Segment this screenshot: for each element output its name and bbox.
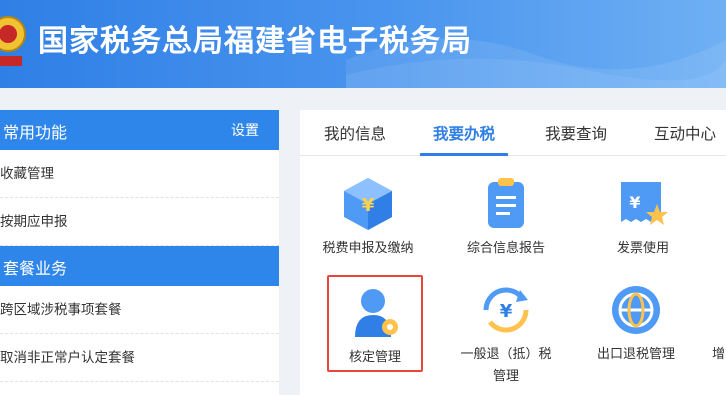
service-export-refund[interactable]: 出口退税管理	[588, 280, 684, 366]
tax-bureau-emblem-icon	[0, 16, 26, 66]
service-label-line2: 管理	[492, 369, 519, 384]
settings-link[interactable]: 设置	[231, 120, 259, 140]
svg-text:¥: ¥	[362, 195, 375, 216]
service-label: 核定管理	[348, 350, 401, 365]
svg-text:¥: ¥	[500, 301, 513, 322]
main-panel: 我的信息 我要办税 我要查询 互动中心 ¥ 税费申报及缴纳 综合信息报告 ¥ 发…	[300, 110, 726, 395]
tab-bar: 我的信息 我要办税 我要查询 互动中心	[300, 110, 726, 156]
service-verification-management[interactable]: 核定管理	[327, 275, 423, 372]
package-services-header: 套餐业务	[0, 246, 279, 286]
sidebar-item-cancel-abnormal-package[interactable]: 取消非正常户认定套餐	[0, 334, 279, 382]
service-partial[interactable]: 增	[712, 280, 726, 366]
sidebar-item-periodic-declaration[interactable]: 按期应申报	[0, 198, 279, 246]
sidebar: 常用功能 设置 收藏管理 按期应申报 套餐业务 跨区域涉税事项套餐 取消非正常户…	[0, 110, 279, 395]
service-label: 出口退税管理	[596, 347, 675, 362]
service-tax-refund[interactable]: ¥ 一般退（抵）税 管理	[458, 280, 554, 388]
tax-refund-icon: ¥	[483, 287, 529, 333]
service-label: 一般退（抵）税	[460, 347, 552, 362]
sidebar-item-cross-region-package[interactable]: 跨区域涉税事项套餐	[0, 286, 279, 334]
service-invoice-use[interactable]: ¥ 发票使用	[595, 174, 691, 260]
tab-query[interactable]: 我要查询	[545, 122, 607, 144]
sidebar-item-favorites[interactable]: 收藏管理	[0, 150, 279, 198]
tab-interaction-center[interactable]: 互动中心	[654, 122, 716, 144]
service-label: 税费申报及缴纳	[322, 241, 414, 256]
tab-tax-handling[interactable]: 我要办税	[433, 122, 495, 144]
service-tax-declaration[interactable]: ¥ 税费申报及缴纳	[320, 174, 416, 260]
service-label: 增	[712, 347, 726, 362]
export-refund-icon	[612, 286, 660, 334]
invoice-icon: ¥	[621, 182, 668, 225]
service-label: 综合信息报告	[466, 241, 545, 256]
common-functions-header: 常用功能 设置	[0, 110, 279, 150]
service-info-report[interactable]: 综合信息报告	[458, 174, 554, 260]
report-icon	[488, 178, 524, 228]
active-tab-indicator	[420, 153, 508, 156]
top-banner: 国家税务总局福建省电子税务局	[0, 0, 726, 88]
tab-my-info[interactable]: 我的信息	[324, 122, 386, 144]
common-functions-title: 常用功能	[3, 123, 68, 142]
svg-text:¥: ¥	[629, 193, 640, 212]
package-services-title: 套餐业务	[3, 259, 68, 278]
service-label: 发票使用	[616, 241, 669, 256]
tax-declaration-icon: ¥	[344, 178, 392, 230]
site-title: 国家税务总局福建省电子税务局	[38, 24, 472, 59]
verification-management-icon	[355, 289, 398, 337]
